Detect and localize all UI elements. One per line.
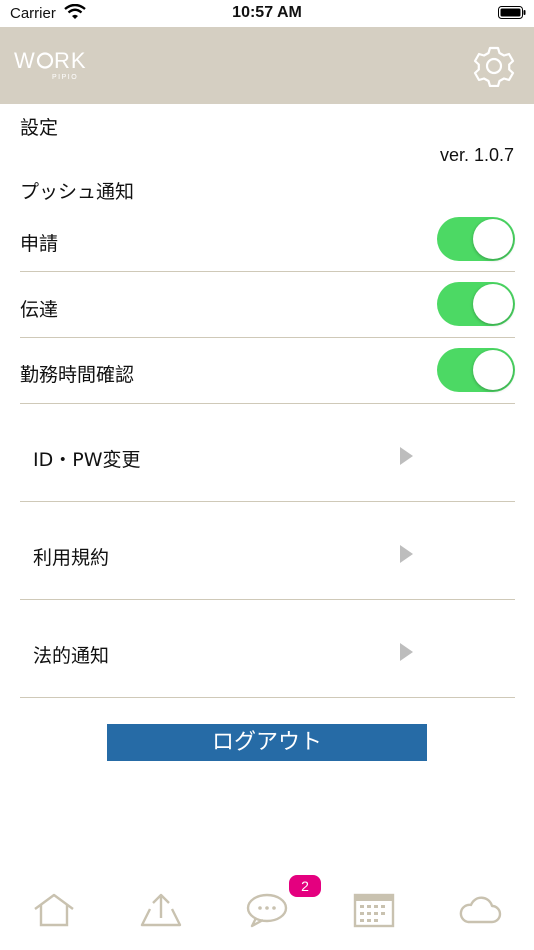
- battery-icon: [498, 6, 526, 19]
- calendar-icon[interactable]: [352, 892, 396, 928]
- home-icon[interactable]: [32, 892, 76, 928]
- toggle-label-work-hours: 勤務時間確認: [20, 364, 135, 386]
- chevron-right-icon[interactable]: [400, 643, 413, 661]
- chevron-right-icon[interactable]: [400, 545, 413, 563]
- svg-text:W: W: [14, 48, 36, 73]
- divider: [20, 697, 515, 698]
- menu-item-legal[interactable]: 法的通知: [33, 641, 109, 668]
- chevron-right-icon[interactable]: [400, 447, 413, 465]
- logout-button[interactable]: ログアウト: [107, 724, 427, 761]
- toggle-knob: [473, 284, 513, 324]
- status-time: 10:57 AM: [232, 4, 302, 21]
- toggle-application[interactable]: [437, 217, 515, 261]
- divider: [20, 337, 515, 338]
- toggle-label-application: 申請: [20, 233, 59, 255]
- divider: [20, 599, 515, 600]
- status-bar: Carrier 10:57 AM: [0, 0, 534, 27]
- upload-icon[interactable]: [139, 892, 183, 928]
- app-version: ver. 1.0.7: [439, 145, 514, 165]
- menu-item-change-id-pw[interactable]: ID・PW変更: [33, 445, 140, 472]
- divider: [20, 403, 515, 404]
- chat-icon[interactable]: [245, 892, 289, 928]
- toggle-work-hours[interactable]: [437, 348, 515, 392]
- toggle-knob: [473, 350, 513, 390]
- app-logo: W RK PIPIO: [14, 48, 87, 81]
- toggle-knob: [473, 219, 513, 259]
- gear-icon[interactable]: [473, 45, 515, 87]
- divider: [20, 501, 515, 502]
- push-notification-title: プッシュ通知: [20, 181, 135, 203]
- cloud-icon[interactable]: [458, 892, 502, 928]
- menu-item-terms[interactable]: 利用規約: [33, 543, 109, 570]
- toggle-message[interactable]: [437, 282, 515, 326]
- settings-title: 設定: [20, 117, 59, 139]
- svg-text:PIPIO: PIPIO: [52, 74, 78, 81]
- svg-text:RK: RK: [54, 48, 87, 73]
- chat-badge: 2: [289, 875, 321, 897]
- divider: [20, 271, 515, 272]
- toggle-label-message: 伝達: [20, 299, 59, 321]
